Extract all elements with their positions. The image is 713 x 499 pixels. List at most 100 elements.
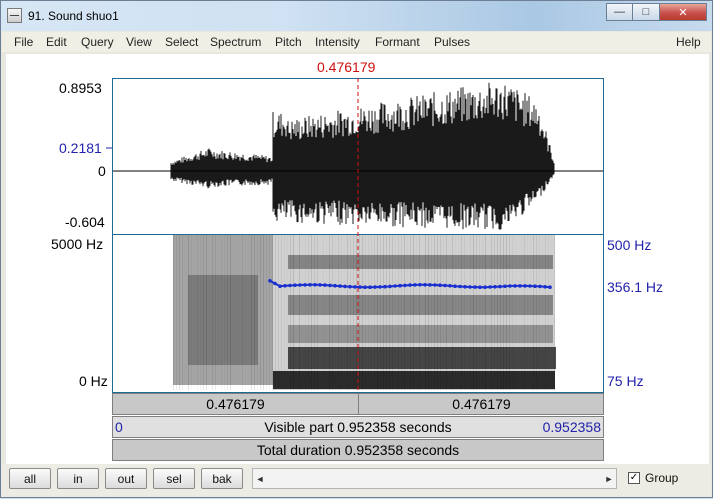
minimize-icon: —	[614, 6, 625, 18]
menu-pulses[interactable]: Pulses	[434, 35, 470, 49]
left-segment-duration[interactable]: 0.476179	[113, 394, 358, 414]
pitch-point	[318, 283, 322, 287]
pitch-point	[303, 283, 307, 287]
menu-query[interactable]: Query	[81, 35, 114, 49]
window-title: 91. Sound shuo1	[28, 9, 119, 23]
zoom-out-button[interactable]: out	[105, 468, 147, 489]
pitch-point	[443, 283, 447, 288]
cursor-position-bar[interactable]: 0.476179 0.476179	[112, 393, 604, 415]
close-button[interactable]: ✕	[659, 3, 707, 21]
visible-part-text: Visible part 0.952358 seconds	[264, 419, 452, 435]
waveform-cursor-value-label: 0.2181	[59, 140, 102, 156]
pitch-point	[463, 285, 467, 289]
maximize-button[interactable]: □	[632, 3, 660, 21]
pitch-point	[373, 285, 377, 289]
menu-view[interactable]: View	[126, 35, 152, 49]
spectrogram-max-freq-label: 5000 Hz	[51, 236, 104, 252]
pitch-point	[543, 285, 547, 289]
bottom-controls: all in out sel bak ◄ ► ✓ Group	[2, 464, 711, 497]
scroll-left-icon[interactable]: ◄	[253, 469, 267, 488]
menu-edit[interactable]: Edit	[46, 35, 67, 49]
pitch-point	[308, 283, 312, 287]
zoom-selection-button[interactable]: sel	[153, 468, 195, 489]
scroll-right-icon[interactable]: ►	[602, 469, 616, 488]
pitch-point	[363, 285, 367, 289]
spectrogram-min-freq-label: 0 Hz	[79, 373, 108, 389]
title-bar[interactable]: 91. Sound shuo1 — □ ✕	[1, 1, 712, 31]
menu-help[interactable]: Help	[676, 35, 701, 49]
pitch-point	[348, 284, 352, 289]
zoom-back-button[interactable]: bak	[201, 468, 243, 489]
right-segment-duration[interactable]: 0.476179	[358, 394, 604, 414]
zoom-in-button[interactable]: in	[57, 468, 99, 489]
waveform-zero-label: 0	[98, 163, 106, 179]
app-icon	[7, 8, 22, 23]
pitch-point	[493, 285, 497, 289]
close-icon: ✕	[678, 6, 688, 19]
pitch-point	[338, 284, 342, 288]
pitch-point	[473, 285, 477, 289]
pitch-point	[313, 283, 317, 287]
formant-band	[288, 255, 553, 269]
spectrogram-panel[interactable]	[112, 235, 604, 393]
formant-band	[288, 325, 553, 343]
zoom-all-button[interactable]: all	[9, 468, 51, 489]
pitch-point	[273, 281, 277, 286]
pitch-point	[483, 285, 487, 289]
pitch-point	[513, 284, 517, 288]
pitch-point	[448, 284, 452, 288]
pitch-point	[498, 284, 502, 289]
pitch-point	[323, 283, 327, 287]
pitch-point	[438, 283, 442, 287]
pitch-point	[478, 285, 482, 289]
time-scrollbar[interactable]: ◄ ►	[252, 468, 617, 489]
pitch-point	[428, 283, 432, 287]
waveform-panel[interactable]	[112, 78, 604, 235]
formant-band	[288, 295, 553, 315]
visible-part-bar[interactable]: 0 Visible part 0.952358 seconds 0.952358	[112, 416, 604, 438]
pitch-point	[423, 283, 427, 287]
minimize-button[interactable]: —	[606, 3, 633, 21]
group-label: Group	[645, 471, 679, 485]
menu-bar: File Edit Query View Select Spectrum Pit…	[2, 32, 711, 52]
waveform-max-label: 0.8953	[59, 80, 102, 96]
pitch-point	[343, 284, 347, 289]
pitch-point	[393, 284, 397, 288]
pitch-point	[288, 283, 292, 288]
pitch-point	[433, 283, 437, 287]
waveform-trace	[170, 82, 555, 230]
menu-select[interactable]: Select	[165, 35, 198, 49]
pitch-point	[488, 285, 492, 289]
pitch-floor-label: 75 Hz	[607, 373, 644, 389]
pitch-ceiling-label: 500 Hz	[607, 237, 652, 253]
pitch-point	[533, 284, 537, 288]
menu-intensity[interactable]: Intensity	[315, 35, 360, 49]
cursor-time-label: 0.476179	[317, 59, 376, 75]
menu-pitch[interactable]: Pitch	[275, 35, 302, 49]
waveform-plot	[113, 82, 603, 230]
visible-end-time: 0.952358	[542, 419, 601, 435]
pitch-cursor-label: 356.1 Hz	[607, 279, 664, 295]
pitch-point	[353, 285, 357, 289]
pitch-point	[388, 284, 392, 289]
pitch-point	[538, 284, 542, 289]
maximize-icon: □	[642, 6, 650, 18]
pitch-point	[398, 283, 402, 288]
menu-file[interactable]: File	[14, 35, 33, 49]
pitch-point	[458, 284, 462, 289]
menu-spectrum[interactable]: Spectrum	[210, 35, 261, 49]
pitch-point	[528, 284, 532, 288]
pitch-point	[548, 285, 552, 289]
pitch-point	[378, 285, 382, 289]
pitch-point	[358, 285, 362, 289]
pitch-point	[413, 283, 417, 287]
pitch-point	[268, 279, 272, 283]
praat-sound-window: 91. Sound shuo1 — □ ✕ File Edit Query Vi…	[0, 0, 713, 498]
pitch-point	[418, 283, 422, 287]
pitch-point	[328, 283, 332, 288]
pitch-point	[523, 284, 527, 288]
total-duration-bar[interactable]: Total duration 0.952358 seconds	[112, 439, 604, 461]
group-checkbox[interactable]: ✓	[628, 472, 640, 484]
pitch-point	[518, 284, 522, 288]
menu-formant[interactable]: Formant	[375, 35, 420, 49]
